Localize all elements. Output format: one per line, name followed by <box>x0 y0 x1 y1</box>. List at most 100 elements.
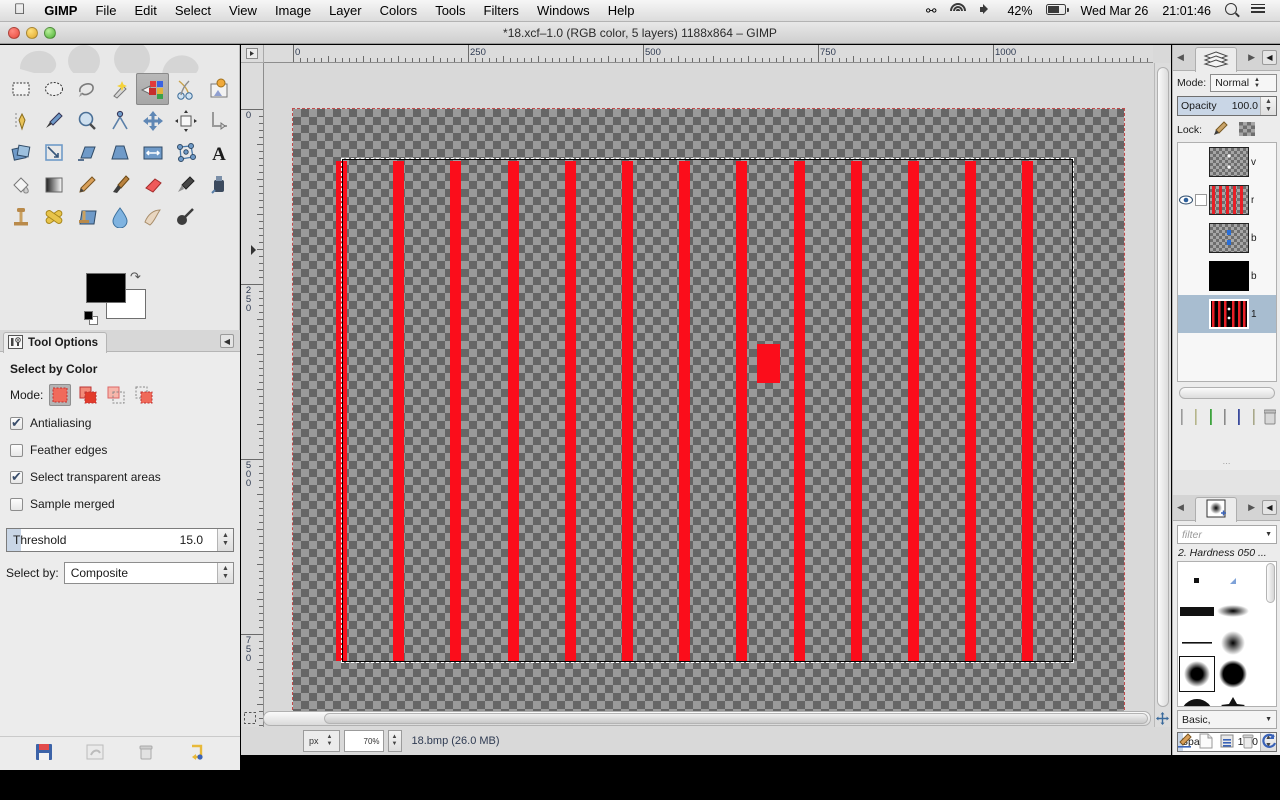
tab-brushes[interactable] <box>1195 497 1237 522</box>
zoom-button[interactable] <box>44 27 56 39</box>
menu-item-image[interactable]: Image <box>266 0 320 22</box>
select-by-stepper[interactable]: ▲ ▼ <box>217 563 233 583</box>
vertical-ruler[interactable]: 0 250 500 750 <box>241 63 264 727</box>
filter-dropdown-icon[interactable]: ▼ <box>1265 531 1272 538</box>
brush-hardness-050-icon[interactable] <box>1179 656 1215 692</box>
mode-subtract-from-selection[interactable] <box>105 384 127 406</box>
mode-replace-selection[interactable] <box>49 384 72 406</box>
gradient-tool[interactable] <box>37 169 70 201</box>
horizontal-ruler[interactable]: 0 250 500 750 1000 <box>264 45 1153 63</box>
lower-layer-icon[interactable] <box>1207 408 1216 428</box>
free-select-tool[interactable] <box>70 73 103 105</box>
new-brush-icon[interactable] <box>1198 733 1214 752</box>
select-by-dropdown[interactable]: Composite ▲ ▼ <box>63 562 234 584</box>
reset-tool-options-icon[interactable] <box>188 743 206 764</box>
perspective-tool[interactable] <box>103 137 136 169</box>
brush-hardness-075-icon[interactable] <box>1215 656 1251 692</box>
brush-star-icon[interactable] <box>1215 688 1251 706</box>
zoom-value-field[interactable]: 70% <box>343 730 384 752</box>
menu-item-select[interactable]: Select <box>166 0 220 22</box>
scissors-select-tool[interactable] <box>169 73 202 105</box>
layer-visibility-toggle[interactable] <box>1178 195 1194 205</box>
new-layer-icon[interactable] <box>1178 408 1187 428</box>
brush-hardness-bar-icon[interactable] <box>1179 593 1215 629</box>
heal-tool[interactable] <box>37 201 70 233</box>
flip-tool[interactable] <box>136 137 169 169</box>
tab-layers[interactable] <box>1195 47 1237 72</box>
swap-colors-icon[interactable]: ↷ <box>130 269 141 285</box>
brush-grid-scrollbar[interactable] <box>1266 563 1275 603</box>
menu-item-windows[interactable]: Windows <box>528 0 599 22</box>
crop-tool[interactable] <box>202 105 235 137</box>
apple-icon[interactable]:  <box>8 0 35 23</box>
brush-soft-ellipse-icon[interactable] <box>1215 593 1251 629</box>
layer-row-1[interactable]: r <box>1178 181 1276 219</box>
eraser-tool[interactable] <box>136 169 169 201</box>
fuzzy-select-tool[interactable] <box>103 73 136 105</box>
default-colors-icon[interactable] <box>84 311 98 325</box>
option-sample-merged[interactable]: Sample merged <box>10 497 232 511</box>
rect-select-tool[interactable] <box>4 73 37 105</box>
next-tab-icon[interactable]: ▶ <box>1248 502 1255 513</box>
duplicate-brush-icon[interactable] <box>1219 733 1235 752</box>
layer-list[interactable]: v r b b 1 <box>1177 142 1277 382</box>
opacity-stepper[interactable]: ▲ ▼ <box>1260 97 1276 115</box>
layer-row-3[interactable]: b <box>1178 257 1276 295</box>
menu-item-layer[interactable]: Layer <box>320 0 371 22</box>
scale-tool[interactable] <box>37 137 70 169</box>
paintbrush-tool[interactable] <box>103 169 136 201</box>
threshold-slider[interactable]: Threshold 15.0 ▲ ▼ <box>6 528 234 552</box>
close-button[interactable] <box>8 27 20 39</box>
option-antialiasing[interactable]: Antialiasing <box>10 415 232 431</box>
anchor-layer-icon[interactable] <box>1235 408 1244 428</box>
smudge-tool[interactable] <box>136 201 169 233</box>
brush-grid[interactable] <box>1177 561 1277 707</box>
unit-selector[interactable]: px ▲ ▼ <box>303 730 340 752</box>
collapse-left-icon[interactable]: ◀ <box>220 334 234 348</box>
layer-row-2[interactable]: b <box>1178 219 1276 257</box>
lock-pixels-icon[interactable] <box>1211 121 1228 139</box>
list-menu-icon[interactable] <box>1244 0 1272 22</box>
menu-item-edit[interactable]: Edit <box>125 0 165 22</box>
color-picker-tool[interactable] <box>37 105 70 137</box>
zoom-tool[interactable] <box>70 105 103 137</box>
chevron-down-icon[interactable]: ▼ <box>1265 716 1272 723</box>
dock-menu-icon[interactable]: ◀ <box>1262 50 1277 65</box>
layer-row-4[interactable]: 1 <box>1178 295 1276 333</box>
layer-opacity-slider[interactable]: Opacity 100.0 ▲ ▼ <box>1177 96 1277 116</box>
menu-item-file[interactable]: File <box>86 0 125 22</box>
delete-layer-icon[interactable] <box>1263 409 1277 428</box>
ellipse-select-tool[interactable] <box>37 73 70 105</box>
volume-icon[interactable] <box>973 0 1000 22</box>
zoom-stepper[interactable]: ▲ ▼ <box>387 730 402 752</box>
lock-alpha-icon[interactable] <box>1239 121 1256 139</box>
sample-merged-checkbox[interactable] <box>10 497 23 511</box>
dodge-burn-tool[interactable] <box>169 201 202 233</box>
menu-item-tools[interactable]: Tools <box>426 0 474 22</box>
option-feather-edges[interactable]: Feather edges <box>10 443 232 457</box>
menu-item-app[interactable]: GIMP <box>35 0 86 22</box>
layer-link-toggle[interactable] <box>1194 194 1208 206</box>
pencil-tool[interactable] <box>70 169 103 201</box>
refresh-brushes-icon[interactable] <box>1261 733 1277 752</box>
layer-mode-dropdown[interactable]: Normal ▲ ▼ <box>1210 74 1277 92</box>
menu-arrow-icon[interactable] <box>241 45 264 63</box>
navigate-canvas-icon[interactable] <box>1155 711 1170 726</box>
save-device-status-icon[interactable] <box>35 743 53 764</box>
menu-item-filters[interactable]: Filters <box>475 0 528 22</box>
canvas-vertical-scrollbar[interactable] <box>1154 63 1171 727</box>
unit-stepper[interactable]: ▲ ▼ <box>323 730 337 752</box>
layer-list-scrollbar[interactable] <box>1179 387 1275 399</box>
menu-item-colors[interactable]: Colors <box>371 0 427 22</box>
vertical-scroll-thumb[interactable] <box>1157 67 1169 707</box>
bluetooth-icon[interactable]: ⚯ <box>919 0 943 22</box>
restore-tool-preset-icon[interactable] <box>86 743 104 764</box>
dock-menu-icon[interactable]: ◀ <box>1262 500 1277 515</box>
paths-tool[interactable] <box>4 105 37 137</box>
clone-tool[interactable] <box>4 201 37 233</box>
raise-layer-icon[interactable] <box>1192 408 1201 428</box>
canvas-horizontal-scrollbar[interactable] <box>263 711 1151 726</box>
prev-tab-icon[interactable]: ◀ <box>1177 52 1184 63</box>
tab-tool-options[interactable]: Tool Options <box>3 332 108 353</box>
layer-row-0[interactable]: v <box>1178 143 1276 181</box>
